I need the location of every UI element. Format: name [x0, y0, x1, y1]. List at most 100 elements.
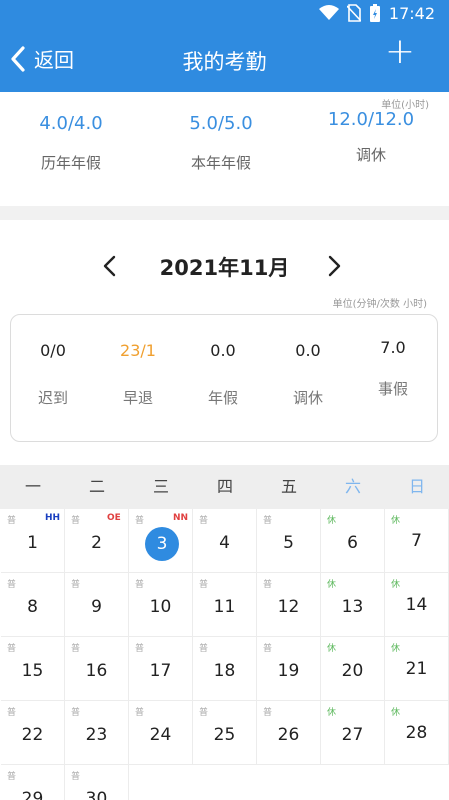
calendar-day-number: 9: [91, 597, 102, 617]
status-time: 17:42: [388, 3, 435, 23]
calendar-day-number: 28: [405, 723, 428, 743]
calendar-day-cell[interactable]: 休6: [321, 509, 385, 573]
stat-early-leave[interactable]: 23/1 早退: [98, 341, 178, 408]
calendar-day-cell[interactable]: 普 NN 3: [129, 509, 193, 573]
calendar-day-number: 5: [283, 533, 294, 553]
calendar-day-cell[interactable]: 普 23: [65, 701, 129, 765]
stat-label: 调休: [292, 389, 323, 407]
calendar-day-number: 24: [149, 725, 172, 745]
month-navigation: 2021年11月: [0, 244, 449, 288]
calendar-day-number: 17: [149, 661, 172, 681]
day-type-tag: 普: [71, 772, 81, 782]
day-type-tag: 休: [327, 708, 337, 718]
day-type-tag: 普: [7, 644, 17, 654]
stat-annual-leave[interactable]: 0.0 年假: [183, 341, 263, 408]
leave-item-compensatory[interactable]: 12.0/12.0 调休: [306, 108, 436, 165]
calendar-day-cell[interactable]: 普4: [193, 509, 257, 573]
calendar-day-cell[interactable]: 普9: [65, 573, 129, 637]
page-title: 我的考勤: [182, 50, 267, 74]
leave-label: 调休: [355, 146, 386, 164]
stat-personal-leave[interactable]: 7.0 事假: [353, 338, 433, 399]
calendar-day-cell[interactable]: 普 17: [129, 637, 193, 701]
day-type-tag: 普: [263, 644, 273, 654]
calendar-day-cell[interactable]: 普 18: [193, 637, 257, 701]
calendar-day-cell[interactable]: 休 20: [321, 637, 385, 701]
calendar-day-cell[interactable]: 休7: [385, 509, 449, 573]
calendar-day-number: 8: [27, 597, 38, 617]
calendar-day-number: 25: [213, 725, 236, 745]
stat-value: 0.0: [295, 341, 321, 360]
day-type-tag: 普: [71, 580, 81, 590]
calendar-day-cell[interactable]: 普 22: [1, 701, 65, 765]
app-bar: 返回 我的考勤 +: [0, 30, 449, 92]
stat-late[interactable]: 0/0 迟到: [13, 341, 93, 408]
weekday-mon: 一: [24, 477, 41, 496]
day-type-tag: 休: [391, 708, 401, 718]
calendar-grid: 普 HH 1 普 OE 2 普 NN 3 普 4 普 5 休 6 休 7 普 8 普 9 普 10 普 11 普 12 休 13 休 14 普…: [0, 509, 449, 800]
calendar-day-number: 7: [411, 531, 422, 551]
section-divider: [0, 206, 449, 220]
calendar-day-cell[interactable]: 休 14: [385, 573, 449, 637]
calendar-day-cell[interactable]: 休 27: [321, 701, 385, 765]
calendar-day-cell[interactable]: 普 24: [129, 701, 193, 765]
leave-item-current-annual[interactable]: 5.0/5.0 本年年假: [156, 108, 286, 173]
weekday-thu: 四: [216, 477, 233, 496]
day-type-tag: 休: [327, 644, 337, 654]
day-type-tag: 普: [199, 708, 209, 718]
calendar-day-number: 19: [277, 661, 300, 681]
day-type-tag: 普: [135, 644, 145, 654]
stat-compensatory[interactable]: 0.0 调休: [268, 341, 348, 408]
status-icons: 17:42: [318, 3, 435, 23]
stat-value: 0.0: [210, 341, 236, 360]
day-type-tag: 普: [263, 580, 273, 590]
calendar-day-number: 18: [213, 661, 236, 681]
calendar-day-number: 1: [27, 533, 38, 553]
leave-label: 本年年假: [190, 154, 251, 172]
day-type-tag: 普: [199, 644, 209, 654]
day-type-tag: 普: [7, 580, 17, 590]
calendar-day-cell[interactable]: 普 10: [129, 573, 193, 637]
calendar-day-cell[interactable]: 普8: [1, 573, 65, 637]
leave-value: 4.0/4.0: [39, 113, 103, 134]
calendar-day-cell[interactable]: 普 15: [1, 637, 65, 701]
day-type-tag: 休: [391, 516, 401, 526]
calendar-day-cell[interactable]: 休 21: [385, 637, 449, 701]
calendar-day-cell[interactable]: 普 11: [193, 573, 257, 637]
calendar-day-cell[interactable]: 普 29: [1, 765, 65, 800]
status-bar: 17:42: [0, 0, 449, 30]
next-month-button[interactable]: [322, 252, 346, 280]
day-type-tag: 普: [199, 580, 209, 590]
day-type-tag: 普: [199, 516, 209, 526]
calendar-day-cell[interactable]: 普 12: [257, 573, 321, 637]
stat-value: 0/0: [40, 341, 66, 360]
calendar-day-cell[interactable]: 普 16: [65, 637, 129, 701]
calendar-day-cell[interactable]: 普 25: [193, 701, 257, 765]
attendance-mark: NN: [173, 513, 189, 523]
calendar-day-cell[interactable]: 普 19: [257, 637, 321, 701]
calendar-day-cell[interactable]: 休 28: [385, 701, 449, 765]
weekday-wed: 三: [152, 477, 169, 496]
day-type-tag: 普: [135, 708, 145, 718]
stat-label: 事假: [377, 380, 408, 398]
weekday-sun: 日: [408, 477, 425, 496]
add-button[interactable]: +: [385, 34, 415, 70]
leave-item-past-annual[interactable]: 4.0/4.0 历年年假: [6, 108, 136, 173]
stat-value: 23/1: [120, 341, 156, 360]
calendar-day-number: 16: [85, 661, 108, 681]
attendance-mark: HH: [45, 513, 61, 523]
calendar-day-number: 26: [277, 725, 300, 745]
calendar-day-number: 14: [405, 595, 428, 615]
stat-value: 7.0: [380, 338, 406, 357]
calendar-day-cell[interactable]: 普 HH 1: [1, 509, 65, 573]
day-type-tag: 普: [71, 644, 81, 654]
day-type-tag: 休: [327, 580, 337, 590]
calendar-day-cell[interactable]: 普 26: [257, 701, 321, 765]
calendar-day-number: 13: [341, 597, 364, 617]
stat-label: 迟到: [37, 389, 68, 407]
calendar-day-cell[interactable]: 普 30: [65, 765, 129, 800]
calendar-day-cell[interactable]: 休 13: [321, 573, 385, 637]
weekday-sat: 六: [344, 477, 361, 496]
calendar-day-number: 15: [21, 661, 44, 681]
calendar-day-cell[interactable]: 普5: [257, 509, 321, 573]
calendar-day-cell[interactable]: 普 OE 2: [65, 509, 129, 573]
